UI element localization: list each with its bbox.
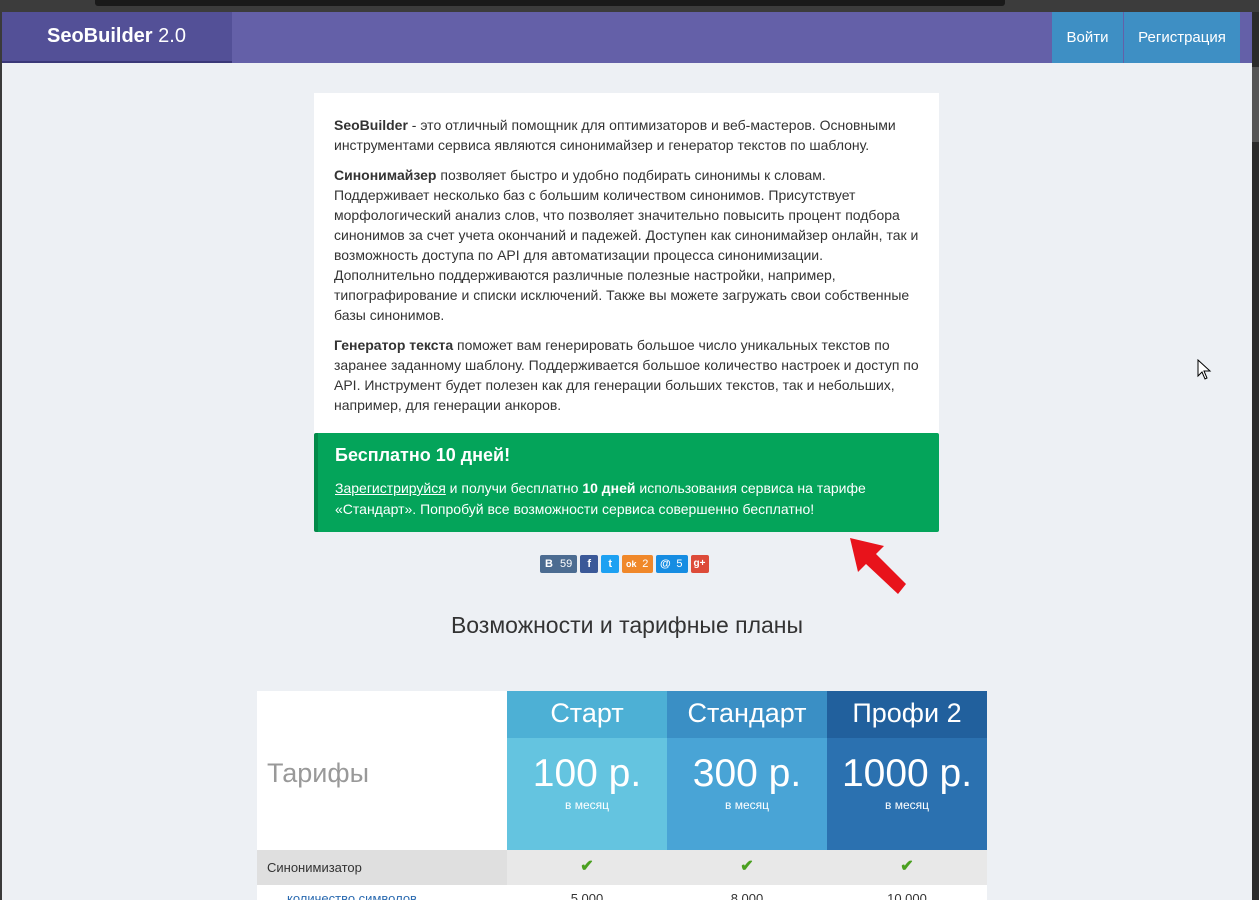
- desc-intro-bold: SeoBuilder: [334, 117, 408, 133]
- browser-top-bar: [0, 0, 1259, 12]
- mouse-cursor-icon: [1197, 359, 1212, 380]
- login-button[interactable]: Войти: [1052, 12, 1123, 63]
- share-mailru-button[interactable]: @5: [656, 555, 688, 573]
- table-row: Синонимизатор ✔ ✔ ✔: [257, 850, 987, 885]
- brand-name: SeoBuilder: [47, 25, 153, 47]
- share-odnoklassniki-button[interactable]: ok 2: [622, 555, 654, 573]
- plan-name: Старт: [507, 691, 667, 738]
- plan-price: 1000 р.: [841, 752, 973, 795]
- feature-value: 8 000: [730, 891, 764, 900]
- share-googleplus-button[interactable]: g+: [690, 555, 709, 573]
- promo-bold: 10 дней: [582, 480, 636, 496]
- desc-intro-text: - это отличный помощник для оптимизаторо…: [334, 117, 896, 153]
- page-viewport: SeoBuilder 2.0 Войти Регистрация SeoBuil…: [2, 12, 1252, 900]
- googleplus-icon: g+: [693, 558, 706, 569]
- vk-icon: В: [545, 558, 553, 570]
- brand-logo[interactable]: SeoBuilder 2.0: [2, 12, 232, 63]
- facebook-icon: f: [587, 558, 592, 570]
- plan-period: в месяц: [564, 798, 609, 812]
- navbar: SeoBuilder 2.0 Войти Регистрация: [2, 12, 1252, 63]
- ok-count: 2: [642, 558, 649, 570]
- pricing-label-cell: Тарифы: [257, 691, 507, 850]
- pricing-label: Тарифы: [267, 758, 370, 788]
- register-link[interactable]: Зарегистрируйся: [335, 480, 446, 496]
- plan-start[interactable]: Старт 100 р. в месяц: [507, 691, 667, 850]
- free-trial-banner: Бесплатно 10 дней! Зарегистрируйся и пол…: [314, 433, 939, 532]
- promo-title: Бесплатно 10 дней!: [335, 445, 511, 465]
- plan-standard[interactable]: Стандарт 300 р. в месяц: [667, 691, 827, 850]
- plan-body: 300 р. в месяц: [667, 738, 827, 850]
- check-icon: ✔: [740, 858, 754, 875]
- share-facebook-button[interactable]: f: [580, 555, 599, 573]
- brand-version: 2.0: [152, 25, 186, 47]
- share-twitter-button[interactable]: t: [601, 555, 620, 573]
- desc-synonymizer-text: позволяет быстро и удобно подбирать сино…: [334, 167, 919, 323]
- plan-period: в месяц: [884, 798, 929, 812]
- red-arrow-icon: [850, 538, 906, 594]
- feature-value: 5 000: [570, 891, 604, 900]
- twitter-icon: t: [608, 558, 613, 570]
- vk-count: 59: [560, 558, 573, 570]
- promo-text: Зарегистрируйся и получи бесплатно 10 дн…: [335, 478, 939, 520]
- desc-synonymizer-bold: Синонимайзер: [334, 167, 437, 183]
- plan-body: 1000 р. в месяц: [827, 738, 987, 850]
- share-vk-button[interactable]: В 59: [540, 555, 578, 573]
- plan-name: Профи 2: [827, 691, 987, 738]
- check-icon: ✔: [580, 858, 594, 875]
- share-buttons: В 59 f t ok 2 @5 g+: [540, 555, 709, 573]
- tab-strip: [95, 0, 1005, 6]
- plan-body: 100 р. в месяц: [507, 738, 667, 850]
- desc-generator: Генератор текста поможет вам генерироват…: [334, 335, 919, 415]
- plan-name: Стандарт: [667, 691, 827, 738]
- desc-synonymizer: Синонимайзер позволяет быстро и удобно п…: [334, 165, 919, 325]
- register-button[interactable]: Регистрация: [1124, 12, 1240, 63]
- desc-intro: SeoBuilder - это отличный помощник для о…: [334, 115, 919, 155]
- section-title: Возможности и тарифные планы: [450, 612, 804, 638]
- promo-text-1: и получи бесплатно: [445, 480, 583, 496]
- plan-profi[interactable]: Профи 2 1000 р. в месяц: [827, 691, 987, 850]
- plan-period: в месяц: [724, 798, 769, 812]
- feature-value: 10 000: [887, 891, 927, 900]
- mailru-icon: @: [660, 558, 671, 570]
- scrollbar[interactable]: [1252, 12, 1259, 900]
- plan-price: 100 р.: [532, 752, 642, 795]
- feature-label: Синонимизатор: [257, 850, 507, 885]
- table-row: количество символов 5 000 8 000 10 000: [257, 885, 987, 900]
- mailru-count: 5: [676, 558, 683, 570]
- feature-label: количество символов: [287, 891, 417, 900]
- description-card: SeoBuilder - это отличный помощник для о…: [314, 93, 939, 435]
- odnoklassniki-icon: ok: [625, 559, 637, 569]
- scrollbar-thumb[interactable]: [1252, 67, 1259, 142]
- check-icon: ✔: [900, 858, 914, 875]
- desc-generator-bold: Генератор текста: [334, 337, 454, 353]
- plan-price: 300 р.: [692, 752, 802, 795]
